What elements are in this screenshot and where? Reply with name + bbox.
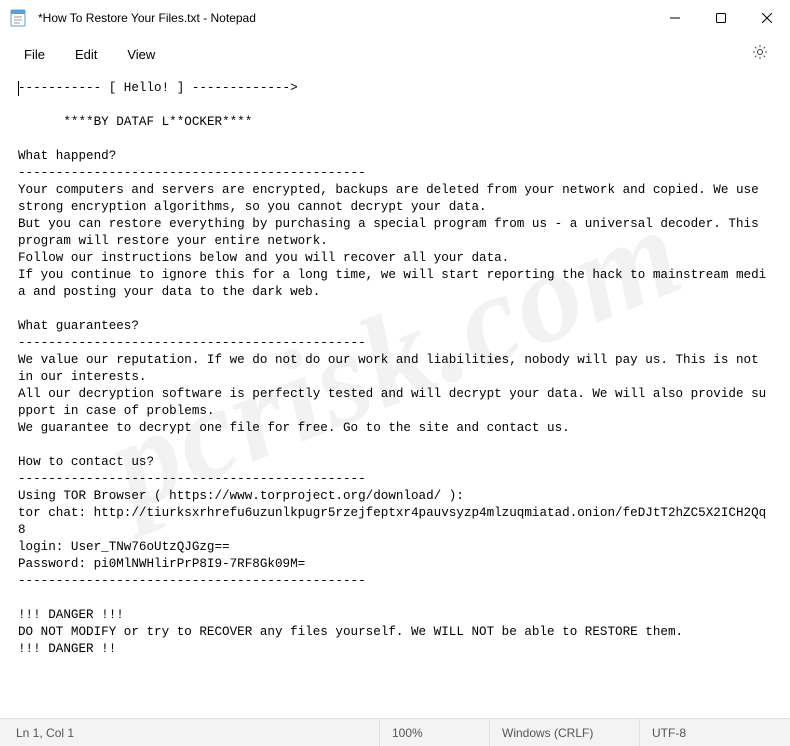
maximize-button[interactable] (698, 0, 744, 36)
menubar: File Edit View (0, 36, 790, 72)
status-line-ending: Windows (CRLF) (490, 719, 640, 746)
statusbar: Ln 1, Col 1 100% Windows (CRLF) UTF-8 (0, 718, 790, 746)
settings-button[interactable] (742, 39, 778, 70)
status-cursor-position: Ln 1, Col 1 (0, 719, 380, 746)
menu-file[interactable]: File (12, 42, 57, 67)
text-editor[interactable]: ----------- [ Hello! ] -------------> **… (0, 72, 790, 718)
status-encoding: UTF-8 (640, 719, 790, 746)
menu-edit[interactable]: Edit (63, 42, 109, 67)
window-title: *How To Restore Your Files.txt - Notepad (38, 11, 652, 25)
notepad-icon (10, 9, 26, 27)
window-controls (652, 0, 790, 36)
menu-view[interactable]: View (115, 42, 167, 67)
editor-content: ----------- [ Hello! ] -------------> **… (18, 81, 766, 656)
status-zoom: 100% (380, 719, 490, 746)
titlebar: *How To Restore Your Files.txt - Notepad (0, 0, 790, 36)
close-button[interactable] (744, 0, 790, 36)
minimize-button[interactable] (652, 0, 698, 36)
